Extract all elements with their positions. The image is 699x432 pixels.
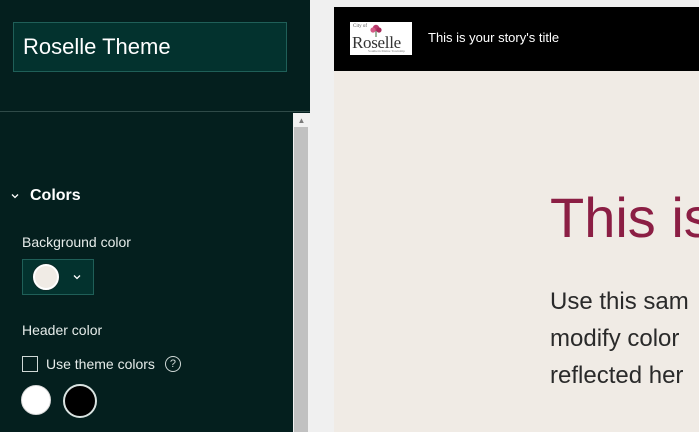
help-icon[interactable]: ?	[164, 356, 181, 372]
story-main-title: This is	[550, 186, 699, 249]
colors-section-title: Colors	[30, 187, 81, 204]
background-color-label: Background color	[22, 234, 131, 250]
chevron-down-icon	[8, 189, 22, 203]
colors-section-toggle[interactable]: Colors	[8, 185, 81, 207]
panel-scrollbar[interactable]: ▲	[293, 113, 310, 432]
background-color-picker[interactable]	[22, 259, 94, 295]
header-swatch-black[interactable]	[63, 384, 97, 418]
story-preview: City of Roselle Southern Maine Township …	[334, 7, 699, 432]
header-color-label: Header color	[22, 322, 103, 338]
panel-header: Roselle Theme	[0, 0, 310, 112]
panel-body: Colors Background color Header color Use…	[0, 113, 293, 432]
chevron-down-icon	[71, 271, 83, 283]
scroll-thumb[interactable]	[294, 127, 308, 432]
use-theme-colors-row: Use theme colors ?	[22, 354, 181, 374]
story-header-title: This is your story's title	[428, 30, 560, 45]
story-body-text: Use this sam modify color reflected her	[550, 283, 689, 394]
body-line: modify color	[550, 325, 680, 352]
use-theme-colors-checkbox[interactable]	[22, 356, 38, 372]
logo-subtitle: Southern Maine Township	[368, 49, 406, 53]
logo-small-text: City of	[353, 24, 368, 29]
body-line: Use this sam	[550, 288, 689, 315]
use-theme-colors-label: Use theme colors	[46, 356, 155, 372]
body-line: reflected her	[550, 362, 684, 389]
roselle-logo: City of Roselle Southern Maine Township	[350, 22, 412, 55]
header-swatch-white[interactable]	[21, 385, 51, 415]
app-window: Roselle Theme Colors Background color He…	[0, 0, 699, 432]
story-header: City of Roselle Southern Maine Township …	[334, 7, 699, 71]
scroll-up-arrow-icon[interactable]: ▲	[293, 113, 310, 127]
background-color-swatch	[33, 264, 59, 290]
theme-name-input[interactable]: Roselle Theme	[13, 22, 287, 72]
theme-settings-panel: Roselle Theme Colors Background color He…	[0, 0, 310, 432]
